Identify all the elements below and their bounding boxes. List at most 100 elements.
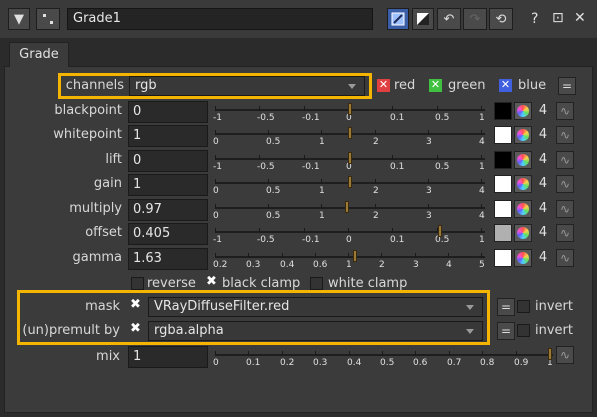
lift-curve-button[interactable]: ∿ xyxy=(556,151,574,169)
gain-swatch[interactable] xyxy=(494,175,512,193)
whitepoint-swatch[interactable] xyxy=(494,126,512,144)
blackpoint-curve-button[interactable]: ∿ xyxy=(556,102,574,120)
gain-curve-button[interactable]: ∿ xyxy=(556,175,574,193)
gamma-slider[interactable]: 0.2 0.3 0.4 0.6 1 2 3 4 5 xyxy=(213,248,485,274)
offset-color-wheel-icon[interactable] xyxy=(514,224,532,242)
gamma-swatch[interactable] xyxy=(494,249,512,267)
view-mode-icon[interactable] xyxy=(387,8,409,30)
lift-label: lift xyxy=(105,152,122,167)
multiply-label: multiply xyxy=(69,201,122,216)
gamma-field[interactable]: 1.63 xyxy=(128,248,208,270)
multiply-tick-label: 0.5 xyxy=(266,211,281,221)
lift-tick-label: 0.5 xyxy=(435,162,450,172)
gain-field[interactable]: 1 xyxy=(128,174,208,196)
reverse-checkbox[interactable] xyxy=(131,277,144,290)
offset-tick-label: 1 xyxy=(479,235,485,245)
mask-invert-checkbox[interactable] xyxy=(517,300,530,313)
gamma-color-wheel-icon[interactable] xyxy=(514,249,532,267)
tab-grade[interactable]: Grade xyxy=(9,42,69,67)
mix-slider[interactable]: 0 0.1 0.2 0.3 0.4 0.5 0.6 0.7 0.8 0.9 1 xyxy=(213,346,553,372)
multiply-field[interactable]: 0.97 xyxy=(128,199,208,221)
whitepoint-channel-count[interactable]: 4 xyxy=(535,127,551,142)
gamma-tick-label: 0.4 xyxy=(280,260,295,270)
blackpoint-channel-count[interactable]: 4 xyxy=(535,103,551,118)
blackpoint-slider[interactable]: -1 -0.5 -0.1 0 0.1 0.5 1 xyxy=(213,101,485,127)
help-icon[interactable]: ? xyxy=(531,11,538,27)
whitepoint-field[interactable]: 1 xyxy=(128,125,208,147)
whitepoint-slider-handle[interactable] xyxy=(348,127,352,139)
whitepoint-tick-label: 0 xyxy=(213,137,219,147)
premult-link-button[interactable]: = xyxy=(497,322,515,340)
offset-channel-count[interactable]: 4 xyxy=(535,225,551,240)
blackpoint-slider-handle[interactable] xyxy=(348,103,352,115)
multiply-tick-label: 0 xyxy=(213,211,219,221)
offset-slider[interactable]: -1 -0.5 -0.1 0 0.1 0.5 1 xyxy=(213,223,485,249)
mix-tick-label: 0.9 xyxy=(514,358,529,368)
whitepoint-color-wheel-icon[interactable] xyxy=(514,126,532,144)
multiply-color-wheel-icon[interactable] xyxy=(514,200,532,218)
blue-checkbox[interactable]: ✕ xyxy=(499,79,512,92)
lift-tick-label: 0.1 xyxy=(390,162,405,172)
black-clamp-checkbox[interactable]: ✖ xyxy=(205,275,218,289)
lift-swatch[interactable] xyxy=(494,151,512,169)
mix-slider-handle[interactable] xyxy=(548,348,552,360)
lift-slider-handle[interactable] xyxy=(348,152,352,164)
compare-icon[interactable] xyxy=(412,8,434,30)
gamma-tick-label: 1 xyxy=(346,260,352,270)
premult-invert-checkbox[interactable] xyxy=(517,324,530,337)
gamma-curve-button[interactable]: ∿ xyxy=(556,249,574,267)
gain-channel-count[interactable]: 4 xyxy=(535,176,551,191)
wrench-icon[interactable] xyxy=(36,8,60,30)
mix-tick-label: 0.4 xyxy=(347,358,362,368)
offset-tick-label: -1 xyxy=(213,235,222,245)
green-checkbox[interactable]: ✕ xyxy=(429,79,442,92)
offset-curve-button[interactable]: ∿ xyxy=(556,224,574,242)
red-checkbox[interactable]: ✕ xyxy=(377,79,390,92)
channels-link-button[interactable]: = xyxy=(558,77,576,95)
redo-icon: ↷ xyxy=(463,8,487,30)
mix-tick-label: 0.1 xyxy=(246,358,261,368)
gain-slider-handle[interactable] xyxy=(348,176,352,188)
blackpoint-color-wheel-icon[interactable] xyxy=(514,102,532,120)
white-clamp-checkbox[interactable] xyxy=(310,277,323,290)
blackpoint-tick-label: -0.5 xyxy=(257,113,275,123)
lift-field[interactable]: 0 xyxy=(128,150,208,172)
float-icon[interactable]: ⊡ xyxy=(552,10,564,26)
multiply-slider-handle[interactable] xyxy=(345,201,349,213)
offset-swatch[interactable] xyxy=(494,224,512,242)
undo-icon[interactable]: ↶ xyxy=(437,8,461,30)
multiply-slider[interactable]: 0 0.5 1 2 3 4 xyxy=(213,199,485,225)
mix-field[interactable]: 1 xyxy=(128,346,208,368)
gamma-channel-count[interactable]: 4 xyxy=(535,250,551,265)
mix-tick-label: 0.6 xyxy=(413,358,428,368)
close-icon[interactable]: ✕ xyxy=(574,10,586,26)
offset-slider-handle[interactable] xyxy=(438,225,442,237)
lift-channel-count[interactable]: 4 xyxy=(535,152,551,167)
gain-color-wheel-icon[interactable] xyxy=(514,175,532,193)
gamma-tick-label: 4 xyxy=(446,260,452,270)
premult-invert-label: invert xyxy=(535,323,573,338)
lift-slider[interactable]: -1 -0.5 -0.1 0 0.1 0.5 1 xyxy=(213,150,485,176)
whitepoint-tick-label: 1 xyxy=(319,137,325,147)
blackpoint-swatch[interactable] xyxy=(494,102,512,120)
whitepoint-tick-label: 4 xyxy=(479,137,485,147)
multiply-channel-count[interactable]: 4 xyxy=(535,201,551,216)
gain-slider[interactable]: 0 0.5 1 2 3 4 xyxy=(213,174,485,200)
whitepoint-label: whitepoint xyxy=(53,127,122,142)
offset-field[interactable]: 0.405 xyxy=(128,223,208,245)
gamma-tick-label: 0.6 xyxy=(313,260,328,270)
whitepoint-slider[interactable]: 0 0.5 1 2 3 4 xyxy=(213,125,485,151)
blackpoint-tick-label: 1 xyxy=(479,113,485,123)
mask-link-button[interactable]: = xyxy=(497,298,515,316)
collapse-icon[interactable]: ▼ xyxy=(8,8,30,30)
node-name-field[interactable]: Grade1 xyxy=(67,8,373,30)
mix-curve-button[interactable]: ∿ xyxy=(556,346,574,364)
multiply-curve-button[interactable]: ∿ xyxy=(556,200,574,218)
gamma-slider-handle[interactable] xyxy=(353,250,357,262)
revert-icon[interactable]: ⟲ xyxy=(489,8,513,30)
whitepoint-curve-button[interactable]: ∿ xyxy=(556,126,574,144)
lift-color-wheel-icon[interactable] xyxy=(514,151,532,169)
blackpoint-field[interactable]: 0 xyxy=(128,101,208,123)
multiply-swatch[interactable] xyxy=(494,200,512,218)
mask-invert-label: invert xyxy=(535,299,573,314)
